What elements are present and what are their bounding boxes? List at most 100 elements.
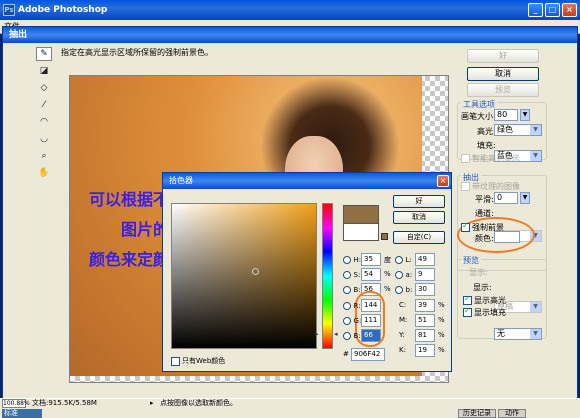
ok-button[interactable]: 好	[467, 49, 539, 63]
s-radio[interactable]	[343, 270, 351, 279]
y-input[interactable]: 81	[415, 329, 435, 342]
color-field-ring-icon[interactable]	[252, 268, 259, 275]
rgb-b-label: B:	[353, 332, 361, 340]
smooth-input[interactable]: 0	[494, 192, 518, 204]
textured-image-check[interactable]	[461, 182, 470, 191]
smart-highlight-check[interactable]	[461, 154, 470, 163]
color-picker-dialog: 拾色器 × ▸ ◂ 好 取消 自定(C) H: 35 度 S: 54 % B: …	[162, 172, 452, 372]
lab-b-radio[interactable]	[395, 285, 403, 294]
display-select[interactable]: 无	[494, 328, 542, 340]
show-fill-label: 显示填充	[474, 308, 506, 317]
web-only-label: 只有Web颜色	[182, 357, 226, 365]
fill-icon[interactable]: ◪	[36, 64, 52, 78]
app-title: Adobe Photoshop	[18, 5, 108, 15]
c-label: C:	[399, 301, 407, 309]
picker-ok-button[interactable]: 好	[393, 195, 445, 208]
s-input[interactable]: 54	[361, 268, 381, 281]
show-fill-check[interactable]	[463, 306, 472, 317]
cancel-button[interactable]: 取消	[467, 67, 539, 81]
new-color-swatch	[343, 205, 379, 223]
smooth-dropdown-icon[interactable]: ▼	[520, 192, 530, 204]
l-radio[interactable]	[395, 255, 403, 264]
lab-b-label: b:	[405, 286, 413, 294]
close-button[interactable]: ×	[562, 3, 577, 17]
a-label: a:	[405, 271, 413, 279]
photoshop-logo-icon: Ps	[3, 4, 15, 16]
textured-image-checkbox[interactable]: 带纹理的图像	[461, 181, 520, 192]
picker-close-icon[interactable]: ×	[437, 175, 449, 187]
preview-button[interactable]: 预览	[467, 83, 539, 97]
color-label: 颜色:	[475, 234, 494, 243]
show-highlight-check[interactable]	[463, 294, 472, 305]
force-foreground-check[interactable]	[461, 221, 470, 232]
maximize-button[interactable]: □	[545, 3, 560, 17]
r-input[interactable]: 144	[361, 299, 381, 312]
minimize-button[interactable]: _	[528, 3, 543, 17]
rgb-g-row: G:	[343, 316, 361, 325]
hue-slider-right-arrow-icon[interactable]: ◂	[334, 330, 338, 338]
h-input[interactable]: 35	[361, 253, 381, 266]
h-unit: 度	[384, 256, 391, 264]
color-field[interactable]	[171, 203, 317, 349]
r-radio[interactable]	[343, 301, 351, 310]
web-only-checkbox[interactable]: 只有Web颜色	[171, 356, 225, 366]
eraser-icon[interactable]: ◇	[36, 81, 52, 95]
m-input[interactable]: 51	[415, 314, 435, 327]
brush-size-dropdown-icon[interactable]: ▼	[520, 109, 530, 121]
lab-b-row: b:	[395, 285, 412, 294]
hand-icon[interactable]: ✋	[36, 166, 52, 180]
zoom-icon[interactable]: ⌕	[36, 149, 52, 163]
lab-b-input[interactable]: 30	[415, 283, 435, 296]
force-color-swatch[interactable]	[494, 231, 520, 243]
l-input[interactable]: 49	[415, 253, 435, 266]
m-label: M:	[399, 316, 408, 324]
web-only-check[interactable]	[171, 356, 180, 366]
mode-tab[interactable]: 标准	[2, 409, 42, 418]
extract-toolbar: ✎ ◪ ◇ ⁄ ◠ ◡ ⌕ ✋	[36, 47, 54, 207]
hue-slider[interactable]	[322, 203, 333, 349]
show-highlight-checkbox[interactable]: 显示高光	[463, 294, 506, 306]
display-label: 显示:	[473, 283, 492, 292]
a-radio[interactable]	[395, 270, 403, 279]
smart-highlight-checkbox[interactable]: 智能高光显示	[461, 153, 520, 164]
tab-history[interactable]: 历史记录	[458, 409, 496, 418]
rgb-b-input[interactable]: 66	[361, 329, 381, 342]
eyedropper-icon[interactable]: ⁄	[36, 98, 52, 112]
g-input[interactable]: 111	[361, 314, 381, 327]
extract-dialog-title: 抽出	[3, 27, 577, 43]
gamut-warning-icon[interactable]	[381, 233, 388, 240]
lab-l-row: L:	[395, 255, 412, 264]
smart-highlight-label: 智能高光显示	[472, 154, 520, 163]
edge-touchup-icon[interactable]: ◡	[36, 132, 52, 146]
h-radio[interactable]	[343, 255, 351, 264]
hsb-b-row: B:	[343, 285, 361, 294]
status-bar: 100.88% 文档:915.5K/5.58M ▸ 点按图像以选取新颜色。 标准…	[0, 398, 580, 418]
doc-size: 文档:915.5K/5.58M	[32, 399, 97, 407]
status-hint: 点按图像以选取新颜色。	[160, 399, 237, 407]
b-radio[interactable]	[343, 285, 351, 294]
color-picker-title: 拾色器	[163, 173, 451, 189]
brush-size-input[interactable]: 80	[494, 109, 518, 121]
k-input[interactable]: 19	[415, 344, 435, 357]
show-fill-checkbox[interactable]: 显示填充	[463, 306, 506, 318]
g-radio[interactable]	[343, 316, 351, 325]
extract-hint-text: 指定在高光显示区域所保留的强制前景色。	[61, 48, 213, 57]
edge-highlighter-icon[interactable]: ✎	[36, 47, 52, 61]
picker-cancel-button[interactable]: 取消	[393, 211, 445, 224]
cleanup-icon[interactable]: ◠	[36, 115, 52, 129]
current-color-swatch	[343, 223, 379, 241]
picker-custom-button[interactable]: 自定(C)	[393, 231, 445, 244]
r-label: R:	[353, 302, 361, 310]
c-input[interactable]: 39	[415, 299, 435, 312]
rgb-b-radio[interactable]	[343, 331, 351, 340]
highlight-select[interactable]: 绿色	[494, 124, 542, 136]
hue-slider-left-arrow-icon[interactable]: ▸	[315, 330, 319, 338]
status-arrow-icon[interactable]: ▸	[150, 399, 154, 408]
hex-input[interactable]: 906F42	[351, 348, 385, 361]
tab-actions[interactable]: 动作	[498, 409, 526, 418]
m-unit: %	[438, 316, 445, 324]
brush-size-label: 画笔大小:	[461, 112, 496, 121]
y-label: Y:	[399, 331, 405, 339]
zoom-readout[interactable]: 100.88%	[2, 399, 30, 408]
a-input[interactable]: 9	[415, 268, 435, 281]
